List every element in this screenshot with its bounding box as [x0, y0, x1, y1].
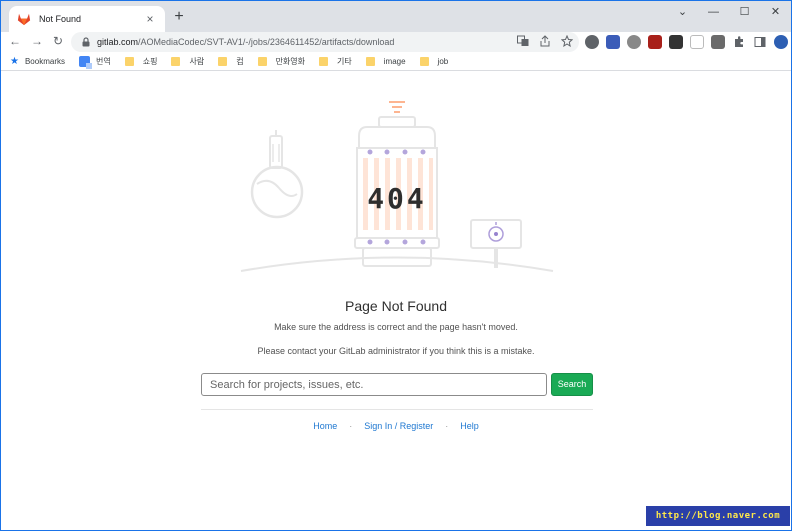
shield-extension-icon[interactable] — [627, 35, 641, 49]
ground-line — [240, 256, 554, 272]
bookmark-folder-people[interactable]: 사람 — [171, 56, 204, 67]
sidepanel-icon[interactable] — [753, 35, 767, 49]
antenna-icon — [389, 101, 405, 113]
reload-button[interactable]: ↻ — [50, 32, 66, 50]
footer-links: Home · Sign In / Register · Help — [1, 421, 791, 431]
magnify-extension-icon[interactable] — [690, 35, 704, 49]
tab-close-icon[interactable]: × — [143, 12, 157, 26]
minimize-button[interactable]: — — [698, 1, 729, 23]
window-controls: ⌄ — ☐ ✕ — [667, 1, 791, 23]
link-separator: · — [349, 421, 353, 431]
tab-search-icon[interactable]: ⌄ — [667, 1, 698, 23]
page-title: Page Not Found — [345, 298, 447, 314]
browser-toolbar: ← → ↻ gitlab.com/AOMediaCodec/SVT-AV1/-/… — [1, 32, 791, 53]
note-extension-icon[interactable] — [669, 35, 683, 49]
forward-button[interactable]: → — [29, 32, 45, 50]
url-path: /AOMediaCodec/SVT-AV1/-/jobs/2364611452/… — [138, 37, 395, 47]
gitlab-favicon-icon — [17, 13, 31, 26]
signin-link[interactable]: Sign In / Register — [364, 421, 433, 431]
url-text: gitlab.com/AOMediaCodec/SVT-AV1/-/jobs/2… — [97, 37, 394, 47]
bookmark-folder-job[interactable]: job — [419, 57, 449, 66]
bookmark-label: Bookmarks — [24, 57, 65, 66]
film-extension-icon[interactable] — [711, 35, 725, 49]
puzzle-extensions-icon[interactable] — [732, 35, 746, 49]
bookmark-star-icon[interactable] — [561, 35, 573, 47]
bookmarks-bar: ★ Bookmarks 번역 쇼핑 사람 컴 만화영화 기타 image job — [1, 53, 791, 71]
bookmark-label: 컴 — [236, 57, 244, 66]
bookmark-folder-computer[interactable]: 컴 — [218, 56, 244, 67]
bookmark-label: 사람 — [189, 57, 205, 66]
browser-tab[interactable]: Not Found × — [9, 6, 165, 32]
zip-extension-icon[interactable] — [606, 35, 620, 49]
bookmark-label: 만화영화 — [275, 57, 306, 66]
new-tab-button[interactable]: + — [171, 8, 187, 26]
omnibox-actions — [517, 35, 573, 47]
bookmark-label: 쇼핑 — [142, 57, 158, 66]
divider — [201, 409, 593, 410]
extension-icons: ⋮ — [585, 35, 791, 49]
bookmark-bookmarks[interactable]: ★ Bookmarks — [10, 56, 65, 67]
help-link[interactable]: Help — [460, 421, 479, 431]
contact-message: Please contact your GitLab administrator… — [257, 346, 535, 356]
folder-icon — [419, 57, 429, 66]
gear-extension-icon[interactable] — [585, 35, 599, 49]
lock-icon[interactable] — [81, 37, 91, 47]
page-content: 404 Page Not Found Make sure the address… — [1, 72, 791, 530]
folder-icon — [319, 57, 329, 66]
search-button[interactable]: Search — [551, 373, 593, 396]
bookmark-folder-etc[interactable]: 기타 — [319, 56, 352, 67]
link-separator: · — [445, 421, 449, 431]
tab-title: Not Found — [39, 14, 82, 24]
star-icon: ★ — [10, 56, 19, 67]
tab-strip: Not Found × + ⌄ — ☐ ✕ — [1, 1, 791, 32]
translate-page-icon[interactable] — [517, 35, 529, 47]
bookmark-label: job — [437, 57, 449, 66]
close-window-button[interactable]: ✕ — [760, 1, 791, 23]
folder-icon — [365, 57, 375, 66]
bookmark-label: 번역 — [95, 57, 111, 66]
error-code: 404 — [367, 182, 427, 215]
folder-icon — [171, 57, 181, 66]
url-host: gitlab.com — [97, 37, 139, 47]
planet-icon — [250, 130, 304, 219]
share-icon[interactable] — [539, 35, 551, 47]
folder-icon — [124, 57, 134, 66]
bookmark-label: 기타 — [337, 57, 352, 66]
home-link[interactable]: Home — [313, 421, 337, 431]
folder-icon — [218, 57, 228, 66]
profile-avatar[interactable] — [774, 35, 788, 49]
back-button[interactable]: ← — [7, 32, 23, 50]
search-input[interactable] — [201, 373, 547, 396]
folder-icon — [257, 57, 267, 66]
bookmark-folder-image[interactable]: image — [365, 57, 406, 66]
bookmark-folder-cartoon[interactable]: 만화영화 — [257, 56, 306, 67]
bookmark-label: image — [383, 57, 406, 66]
error-message: Make sure the address is correct and the… — [274, 322, 518, 332]
bookmark-folder-shopping[interactable]: 쇼핑 — [124, 56, 158, 67]
browser-window: Not Found × + ⌄ — ☐ ✕ ← → ↻ gitlab.com/A… — [0, 0, 792, 531]
bookmark-translate[interactable]: 번역 — [78, 56, 111, 69]
address-bar[interactable]: gitlab.com/AOMediaCodec/SVT-AV1/-/jobs/2… — [71, 32, 579, 52]
error-illustration: 404 — [240, 101, 554, 272]
translate-icon — [78, 56, 92, 69]
watermark-badge: http://blog.naver.com — [646, 506, 790, 526]
maximize-button[interactable]: ☐ — [729, 1, 760, 23]
ublock-extension-icon[interactable] — [648, 35, 662, 49]
